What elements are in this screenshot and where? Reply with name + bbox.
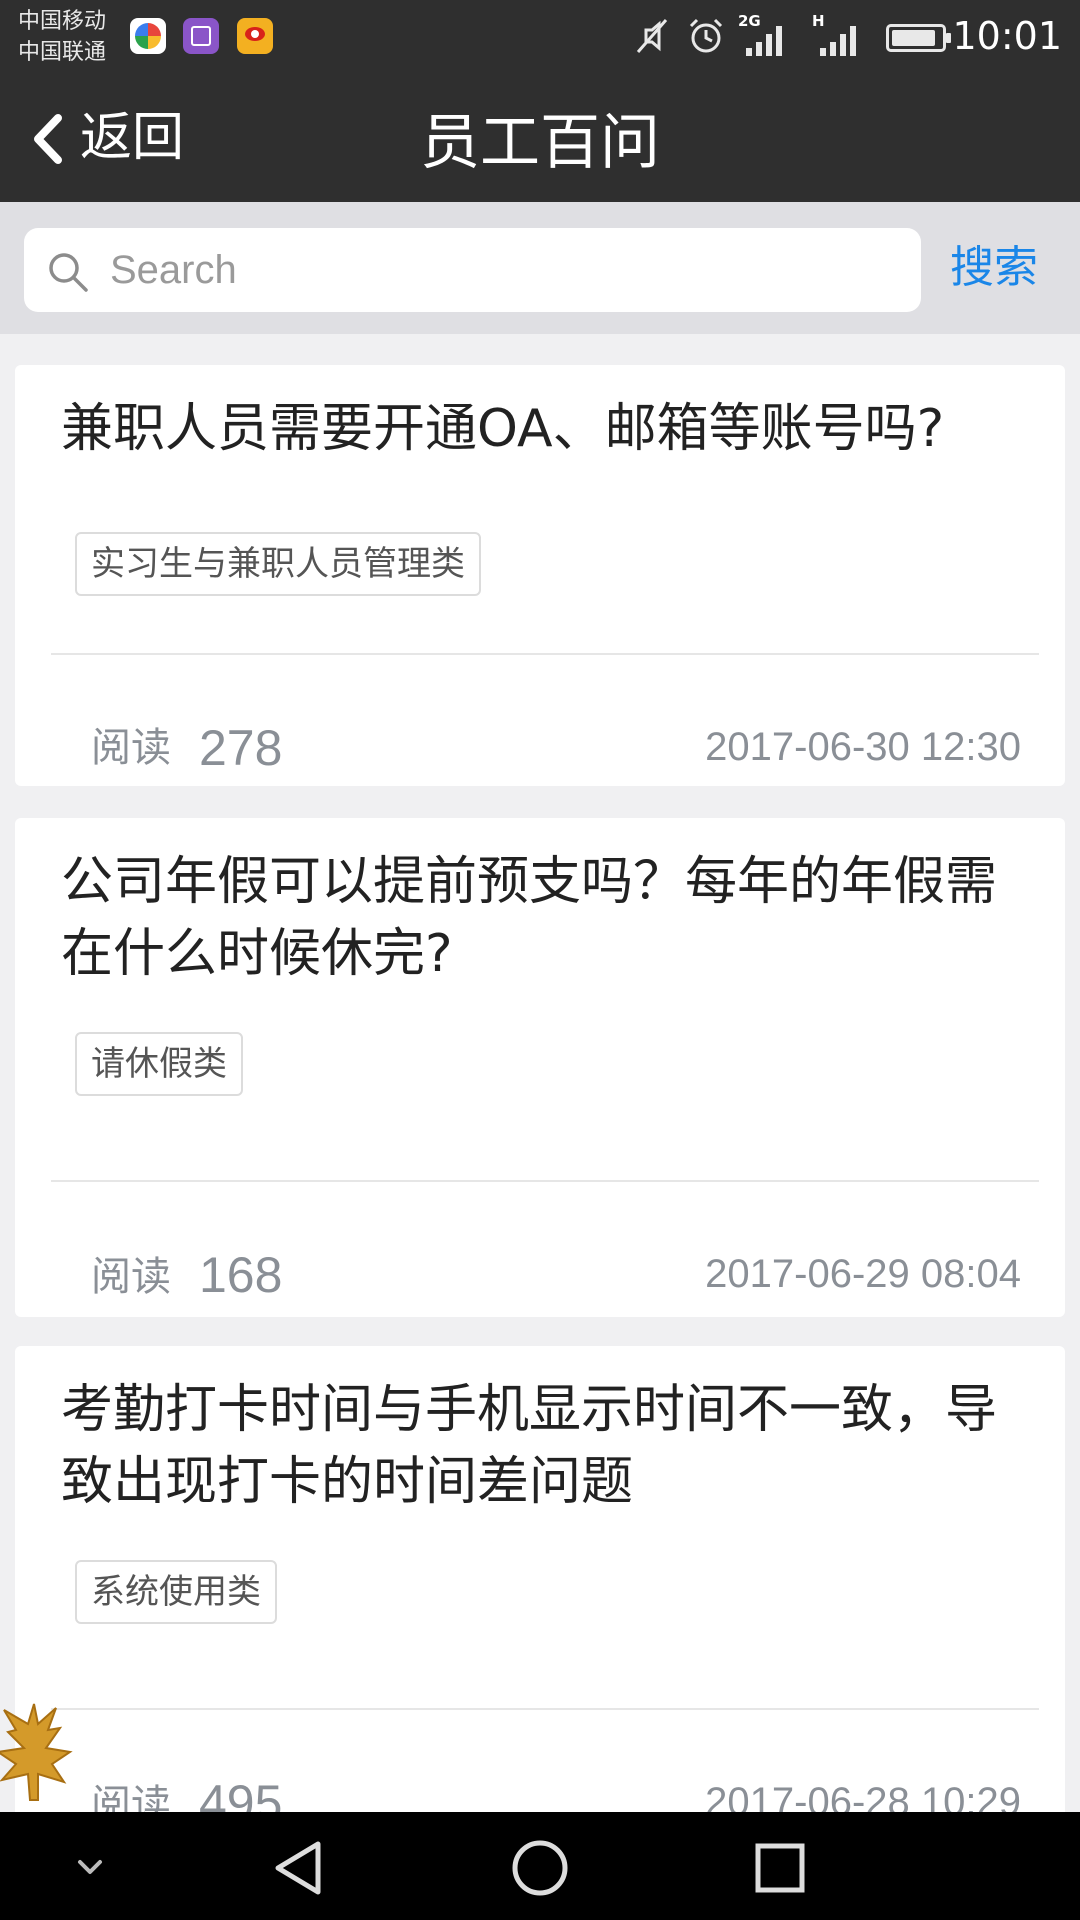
question-title: 考勤打卡时间与手机显示时间不一致，导致出现打卡的时间差问题 <box>61 1380 998 1512</box>
signal-2g-icon: 2G <box>738 12 786 58</box>
search-input[interactable] <box>108 238 898 302</box>
category-tag: 实习生与兼职人员管理类 <box>75 532 481 596</box>
carrier-info: 中国移动 中国联通 <box>18 6 128 68</box>
read-label: 阅读 <box>91 1782 171 1812</box>
status-bar: 中国移动 中国联通 2G H 10:01 <box>0 0 1080 74</box>
question-list: 兼职人员需要开通OA、邮箱等账号吗? 实习生与兼职人员管理类 阅读 278 20… <box>0 334 1080 1812</box>
question-title: 公司年假可以提前预支吗？每年的年假需在什么时候休完? <box>61 852 998 984</box>
signal-h-icon: H <box>812 12 860 58</box>
post-date: 2017-06-30 12:30 <box>705 725 1021 769</box>
divider <box>51 1180 1039 1182</box>
weibo-notification-icon <box>237 18 273 54</box>
battery-fill <box>892 30 936 46</box>
back-nav-icon[interactable] <box>268 1836 332 1900</box>
post-date: 2017-06-28 10:29 <box>705 1780 1021 1812</box>
system-nav-bar <box>0 1812 1080 1920</box>
list-item[interactable]: 兼职人员需要开通OA、邮箱等账号吗? 实习生与兼职人员管理类 阅读 278 20… <box>15 365 1065 786</box>
clock: 10:01 <box>952 14 1062 58</box>
app-notification-icon <box>130 18 166 54</box>
alarm-icon <box>689 18 723 53</box>
category-tag: 系统使用类 <box>75 1560 277 1624</box>
gallery-notification-icon <box>183 18 219 54</box>
list-item[interactable]: 考勤打卡时间与手机显示时间不一致，导致出现打卡的时间差问题 系统使用类 阅读 4… <box>15 1346 1065 1812</box>
nav-bar: 返回 员工百问 <box>0 74 1080 202</box>
mute-icon <box>636 19 668 53</box>
post-date: 2017-06-29 08:04 <box>705 1252 1021 1296</box>
read-count: 495 <box>199 1775 283 1812</box>
list-item[interactable]: 公司年假可以提前预支吗？每年的年假需在什么时候休完? 请休假类 阅读 168 2… <box>15 818 1065 1317</box>
carrier-1: 中国移动 <box>18 9 107 34</box>
recents-nav-icon[interactable] <box>748 1836 812 1900</box>
hide-keyboard-icon[interactable] <box>58 1836 122 1900</box>
search-button[interactable]: 搜索 <box>950 238 1038 298</box>
divider <box>51 1708 1039 1710</box>
home-nav-icon[interactable] <box>508 1836 572 1900</box>
search-bar: 搜索 <box>0 202 1080 334</box>
category-tag: 请休假类 <box>75 1032 243 1096</box>
question-title: 兼职人员需要开通OA、邮箱等账号吗? <box>61 399 945 459</box>
read-label: 阅读 <box>91 1254 171 1300</box>
read-label: 阅读 <box>91 725 171 771</box>
carrier-2: 中国联通 <box>18 40 107 65</box>
read-count: 278 <box>199 720 283 776</box>
search-box <box>24 228 921 312</box>
divider <box>51 653 1039 655</box>
page-title: 员工百问 <box>420 108 660 178</box>
maple-leaf-icon[interactable] <box>0 1700 74 1810</box>
battery-icon <box>886 24 951 52</box>
search-icon <box>49 253 88 292</box>
read-count: 168 <box>199 1247 283 1303</box>
